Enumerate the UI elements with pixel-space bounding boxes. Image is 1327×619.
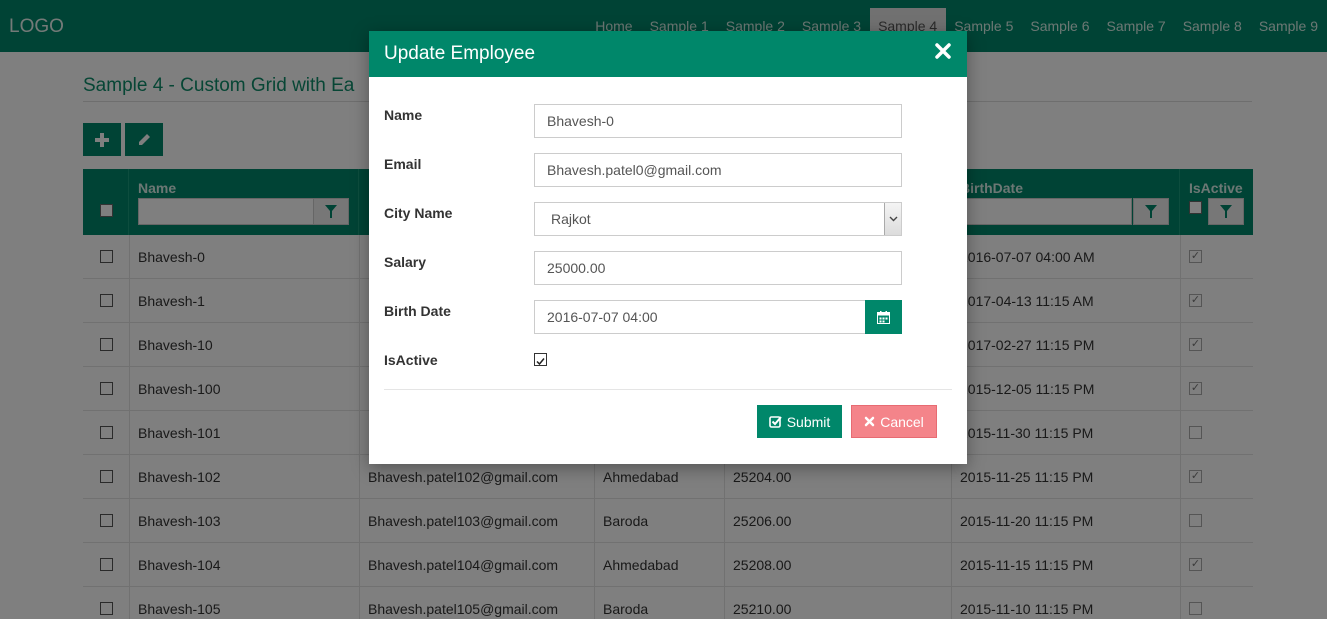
cancel-button[interactable]: Cancel: [851, 405, 937, 438]
email-input[interactable]: Bhavesh.patel0@gmail.com: [534, 153, 902, 187]
footer-divider: [384, 389, 952, 390]
city-label: City Name: [384, 205, 453, 221]
checkmark-icon: [536, 358, 545, 366]
check-square-icon: [768, 416, 782, 428]
salary-label: Salary: [384, 254, 427, 270]
chevron-down-icon[interactable]: [884, 203, 901, 235]
dialog-title: Update Employee: [384, 43, 536, 64]
isactive-label: IsActive: [384, 352, 438, 368]
birthdate-label: Birth Date: [384, 303, 451, 319]
city-select-value: Rajkot: [551, 211, 591, 227]
name-label: Name: [384, 107, 423, 123]
isactive-checkbox[interactable]: [534, 353, 547, 366]
city-select[interactable]: Rajkot: [534, 202, 902, 236]
date-picker-button[interactable]: [865, 300, 902, 334]
cancel-button-label: Cancel: [880, 413, 924, 430]
dialog-header: Update Employee: [369, 31, 967, 77]
close-icon: [864, 416, 875, 427]
email-label: Email: [384, 156, 422, 172]
birthdate-input[interactable]: 2016-07-07 04:00: [534, 300, 866, 334]
submit-button-label: Submit: [786, 413, 831, 430]
update-employee-dialog: Update Employee Name Bhavesh-0 Email Bha…: [369, 31, 967, 464]
salary-input[interactable]: 25000.00: [534, 251, 902, 285]
calendar-icon: [877, 310, 890, 324]
name-input[interactable]: Bhavesh-0: [534, 104, 902, 138]
close-icon[interactable]: [934, 42, 952, 60]
submit-button[interactable]: Submit: [757, 405, 842, 438]
